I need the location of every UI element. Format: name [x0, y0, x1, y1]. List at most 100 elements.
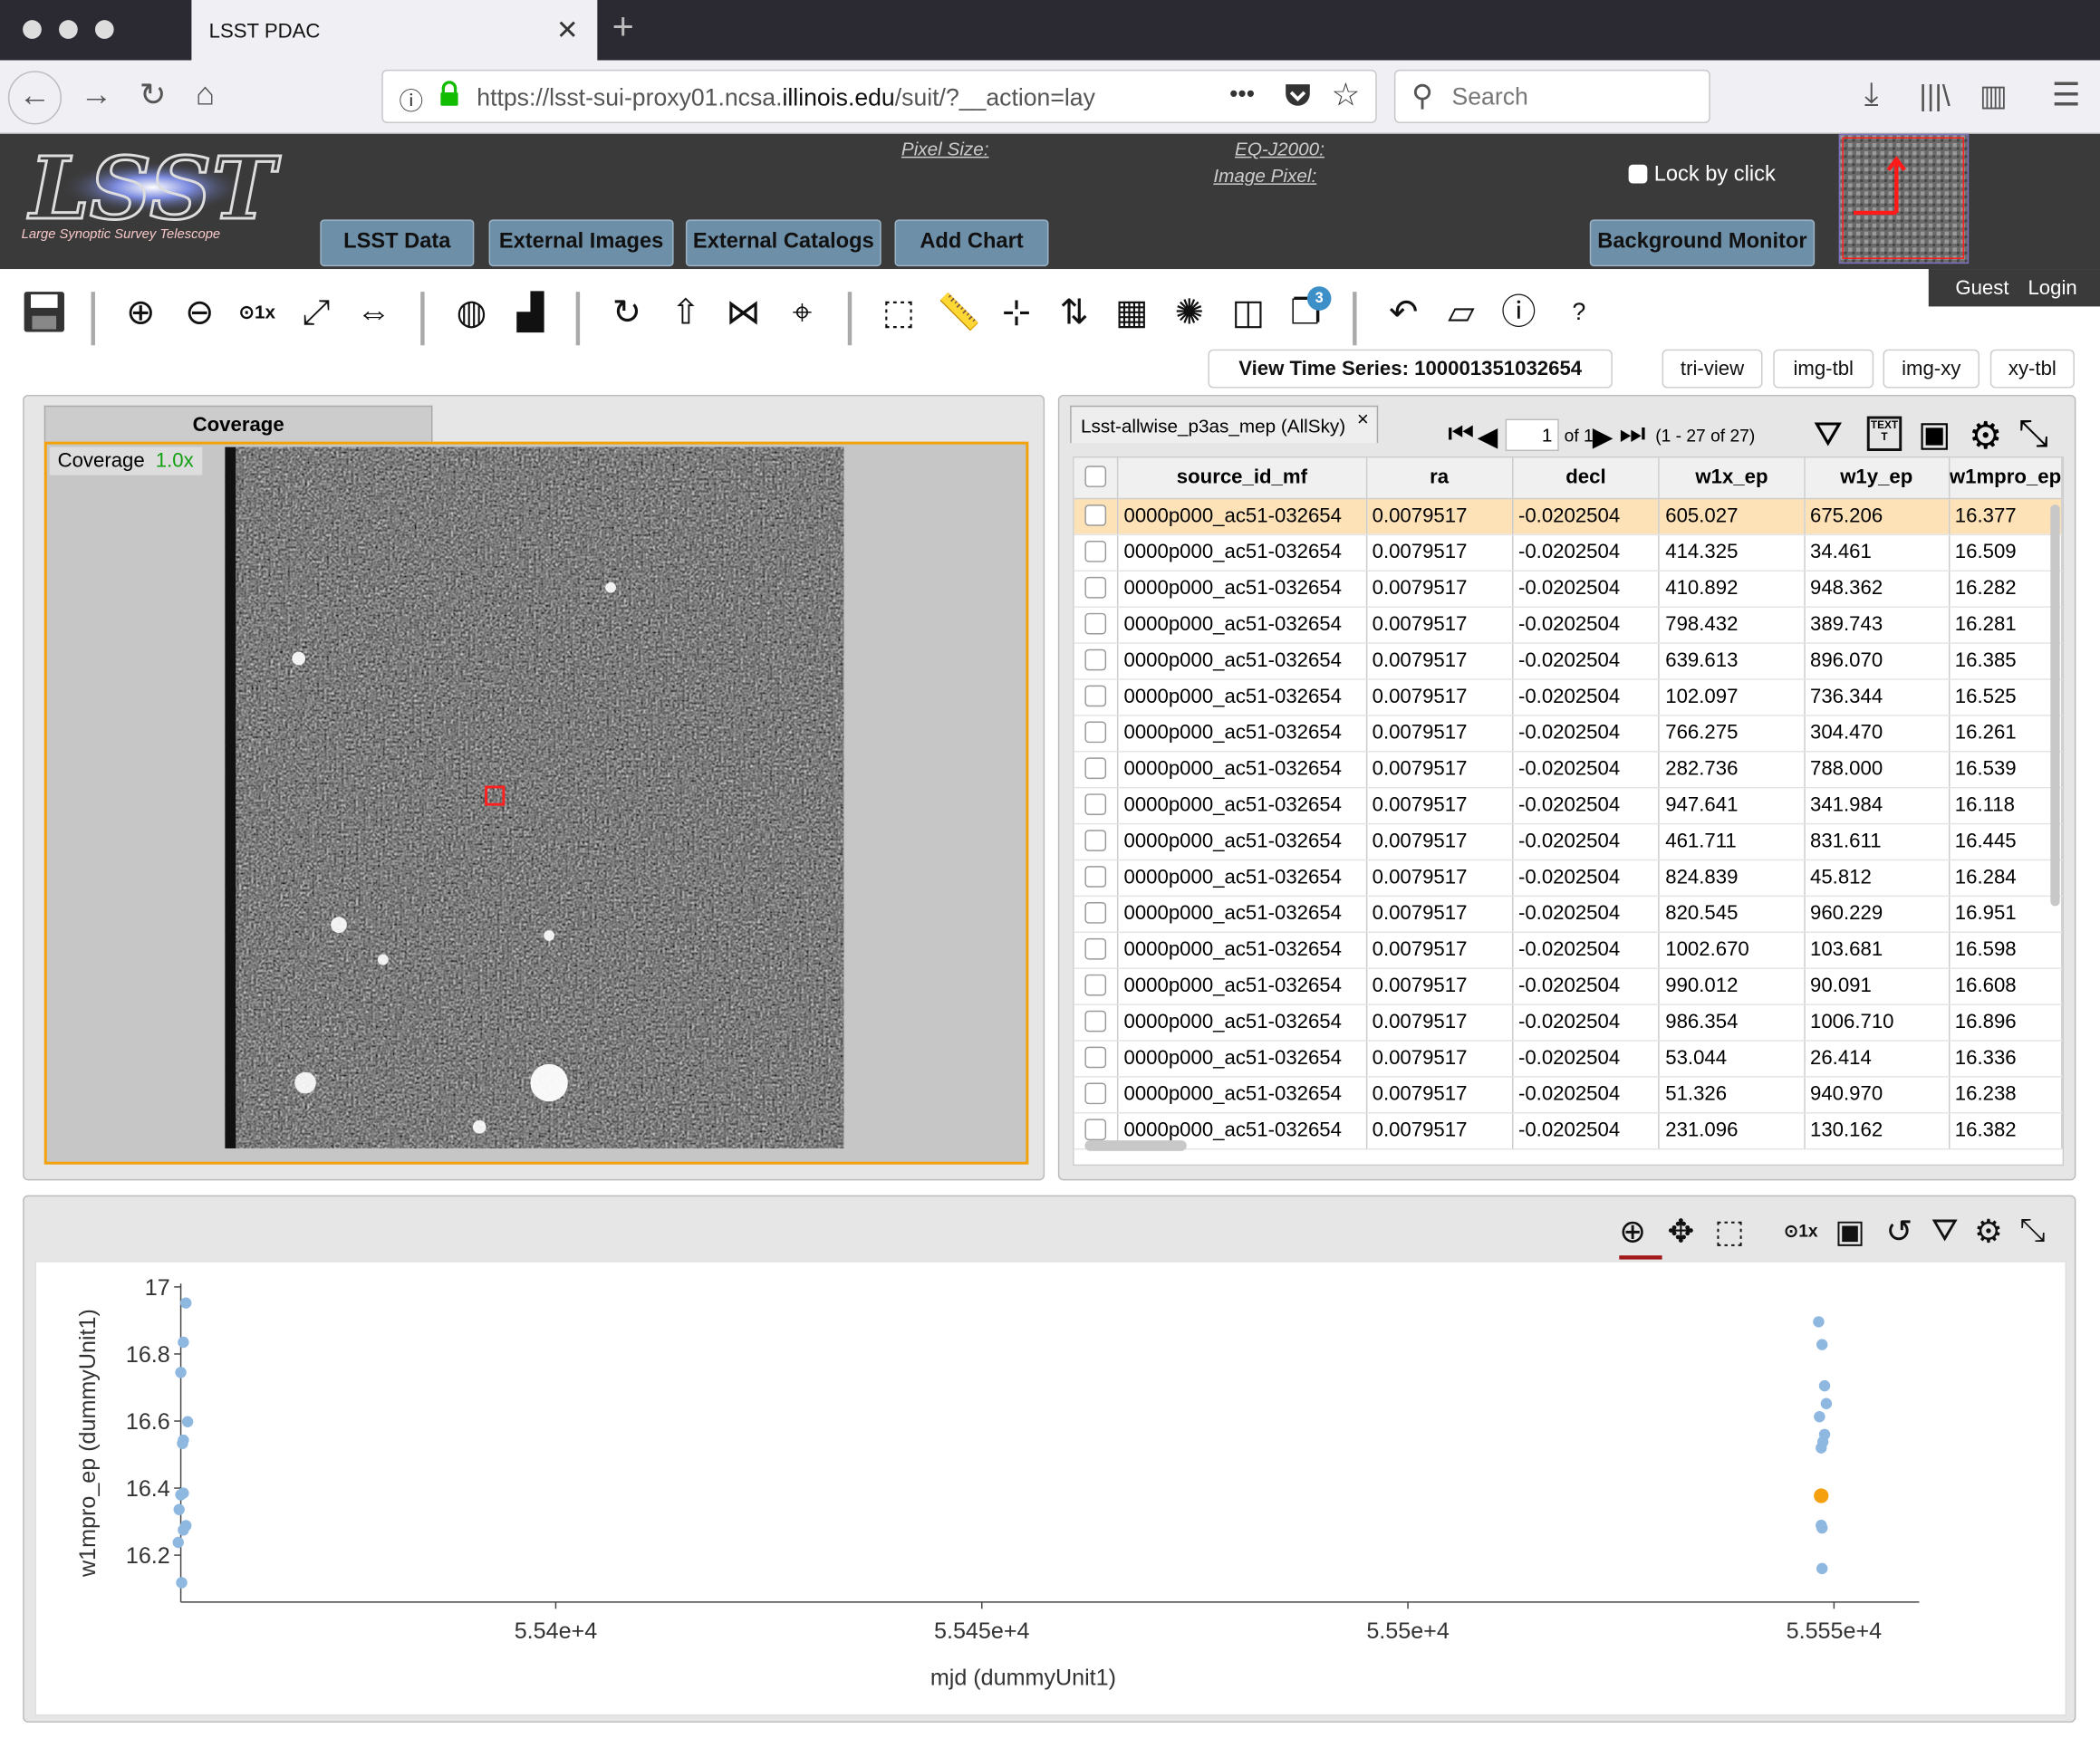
row-select-cell[interactable]: [1074, 1004, 1119, 1041]
row-select-cell[interactable]: [1074, 715, 1119, 752]
row-checkbox[interactable]: [1084, 902, 1107, 924]
grid-overlay-icon[interactable]: ▦: [1106, 281, 1157, 342]
image-thumbnail[interactable]: [1838, 133, 1970, 264]
row-checkbox[interactable]: [1084, 576, 1107, 599]
table-row[interactable]: 0000p000_ac51-032654 0.0079517 -0.0202504 2…: [1074, 1112, 2063, 1149]
save-table-icon[interactable]: ▣: [1918, 417, 1951, 451]
new-tab-icon[interactable]: +: [612, 5, 634, 48]
recenter-icon[interactable]: ⌖: [776, 281, 827, 342]
info-icon[interactable]: ⓘ: [400, 83, 424, 118]
row-checkbox[interactable]: [1084, 937, 1107, 960]
row-select-cell[interactable]: [1074, 533, 1119, 571]
color-stretch-icon[interactable]: ◍: [446, 281, 496, 342]
zoom-fill-icon[interactable]: ⇔: [348, 281, 399, 342]
data-table[interactable]: source_id_mf ra decl w1x_ep w1y_ep w1mpro_ep …: [1073, 456, 2065, 1167]
search-input[interactable]: ⚲ Search: [1393, 69, 1710, 123]
reload-icon[interactable]: ↻: [140, 76, 167, 115]
back-icon[interactable]: ←: [7, 71, 63, 125]
table-row[interactable]: 0000p000_ac51-032654 0.0079517 -0.0202504 9…: [1074, 786, 2063, 824]
row-checkbox[interactable]: [1084, 866, 1107, 888]
expand-icon[interactable]: ⤡: [2018, 412, 2048, 456]
image-info-icon[interactable]: ⓘ: [1493, 281, 1544, 342]
save-chart-icon[interactable]: ▣: [1835, 1213, 1865, 1252]
table-row[interactable]: 0000p000_ac51-032654 0.0079517 -0.0202504 4…: [1074, 570, 2063, 608]
layers-image-icon[interactable]: ◫: [1223, 281, 1274, 342]
zoom-fit-icon[interactable]: ⤢: [291, 281, 342, 342]
forward-icon[interactable]: →: [81, 76, 112, 113]
row-select-cell[interactable]: [1074, 497, 1119, 535]
tab-coverage[interactable]: Coverage: [43, 405, 433, 444]
sidebar-icon[interactable]: ▥: [1980, 79, 2008, 113]
row-checkbox[interactable]: [1084, 1046, 1107, 1069]
home-icon[interactable]: ⌂: [196, 76, 215, 113]
row-checkbox[interactable]: [1084, 721, 1107, 744]
page-input[interactable]: 1: [1505, 418, 1559, 452]
prev-page-icon[interactable]: ◀: [1478, 420, 1498, 454]
table-row[interactable]: 0000p000_ac51-032654 0.0079517 -0.0202504 7…: [1074, 606, 2063, 644]
help-icon[interactable]: ?: [1554, 281, 1604, 342]
close-tab-icon[interactable]: ✕: [556, 14, 579, 47]
zoom-1x-icon[interactable]: ⊙1x: [232, 281, 283, 342]
box-select-icon[interactable]: ⬚: [1714, 1213, 1745, 1252]
table-row[interactable]: 0000p000_ac51-032654 0.0079517 -0.0202504 9…: [1074, 1004, 2063, 1041]
next-page-icon[interactable]: ▶: [1593, 420, 1614, 454]
column-header[interactable]: decl: [1512, 457, 1661, 499]
row-select-cell[interactable]: [1074, 967, 1119, 1005]
markers-icon[interactable]: ⊹: [991, 281, 1042, 342]
reset-zoom-icon[interactable]: ⊙1x: [1784, 1221, 1817, 1243]
pocket-icon[interactable]: [1283, 82, 1313, 115]
save-icon[interactable]: [19, 281, 70, 342]
layout-img-xy[interactable]: img-xy: [1883, 349, 1980, 389]
table-row[interactable]: 0000p000_ac51-032654 0.0079517 -0.0202504 1…: [1074, 931, 2063, 969]
row-select-cell[interactable]: [1074, 606, 1119, 644]
layers-icon[interactable]: ❐ 3: [1280, 281, 1332, 342]
rotate-icon[interactable]: ↻: [602, 281, 652, 342]
row-checkbox[interactable]: [1084, 974, 1107, 996]
row-checkbox[interactable]: [1084, 541, 1107, 562]
layout-img-tbl[interactable]: img-tbl: [1773, 349, 1874, 389]
row-select-cell[interactable]: [1074, 642, 1119, 679]
page-actions-icon[interactable]: •••: [1229, 80, 1256, 109]
row-select-cell[interactable]: [1074, 1076, 1119, 1113]
row-checkbox[interactable]: [1084, 830, 1107, 851]
mask-icon[interactable]: ✺: [1164, 281, 1215, 342]
layout-xy-tbl[interactable]: xy-tbl: [1989, 349, 2075, 389]
row-select-cell[interactable]: [1074, 751, 1119, 788]
row-checkbox[interactable]: [1084, 757, 1107, 780]
select-area-icon[interactable]: ⬚: [873, 281, 924, 342]
row-select-cell[interactable]: [1074, 786, 1119, 824]
close-table-icon[interactable]: ×: [1357, 408, 1369, 431]
table-row[interactable]: 0000p000_ac51-032654 0.0079517 -0.0202504 4…: [1074, 822, 2063, 860]
zoom-chart-icon[interactable]: ⊕: [1619, 1213, 1662, 1260]
row-select-cell[interactable]: [1074, 1040, 1119, 1077]
table-row[interactable]: 0000p000_ac51-032654 0.0079517 -0.0202504 9…: [1074, 967, 2063, 1005]
restore-icon[interactable]: ↶: [1378, 281, 1429, 342]
horizontal-scrollbar[interactable]: [1084, 1140, 1187, 1151]
layout-tri-view[interactable]: tri-view: [1662, 349, 1763, 389]
external-images-button[interactable]: External Images: [488, 219, 674, 267]
histogram-icon[interactable]: ▟: [505, 281, 555, 342]
row-checkbox[interactable]: [1084, 793, 1107, 815]
row-select-cell[interactable]: [1074, 895, 1119, 933]
zoom-out-icon[interactable]: ⊖: [174, 281, 225, 342]
zoom-in-icon[interactable]: ⊕: [115, 281, 166, 342]
browser-tab[interactable]: LSST PDAC ✕: [191, 0, 598, 61]
table-row[interactable]: 0000p000_ac51-032654 0.0079517 -0.0202504 7…: [1074, 715, 2063, 752]
lock-by-click[interactable]: Lock by click: [1628, 163, 1776, 187]
view-time-series-button[interactable]: View Time Series: 100001351032654: [1208, 349, 1613, 389]
url-bar[interactable]: ⓘ https://lsst-sui-proxy01.ncsa.illinois…: [381, 69, 1377, 123]
close-window-button[interactable]: [23, 20, 42, 39]
lock-image-icon[interactable]: ▱: [1436, 281, 1487, 342]
text-view-icon[interactable]: TEXT T: [1866, 416, 1903, 452]
row-checkbox[interactable]: [1084, 685, 1107, 707]
maximize-window-button[interactable]: [94, 20, 114, 39]
lock-checkbox[interactable]: [1628, 164, 1648, 184]
row-checkbox[interactable]: [1084, 504, 1107, 526]
chart-filter-icon[interactable]: ⛛: [1931, 1213, 1959, 1250]
menu-icon[interactable]: ☰: [2052, 76, 2081, 115]
select-all-header[interactable]: [1074, 457, 1119, 499]
downloads-icon[interactable]: ⤓: [1864, 76, 1879, 113]
row-checkbox[interactable]: [1084, 648, 1107, 671]
row-select-cell[interactable]: [1074, 859, 1119, 897]
table-row[interactable]: 0000p000_ac51-032654 0.0079517 -0.0202504 6…: [1074, 497, 2063, 535]
